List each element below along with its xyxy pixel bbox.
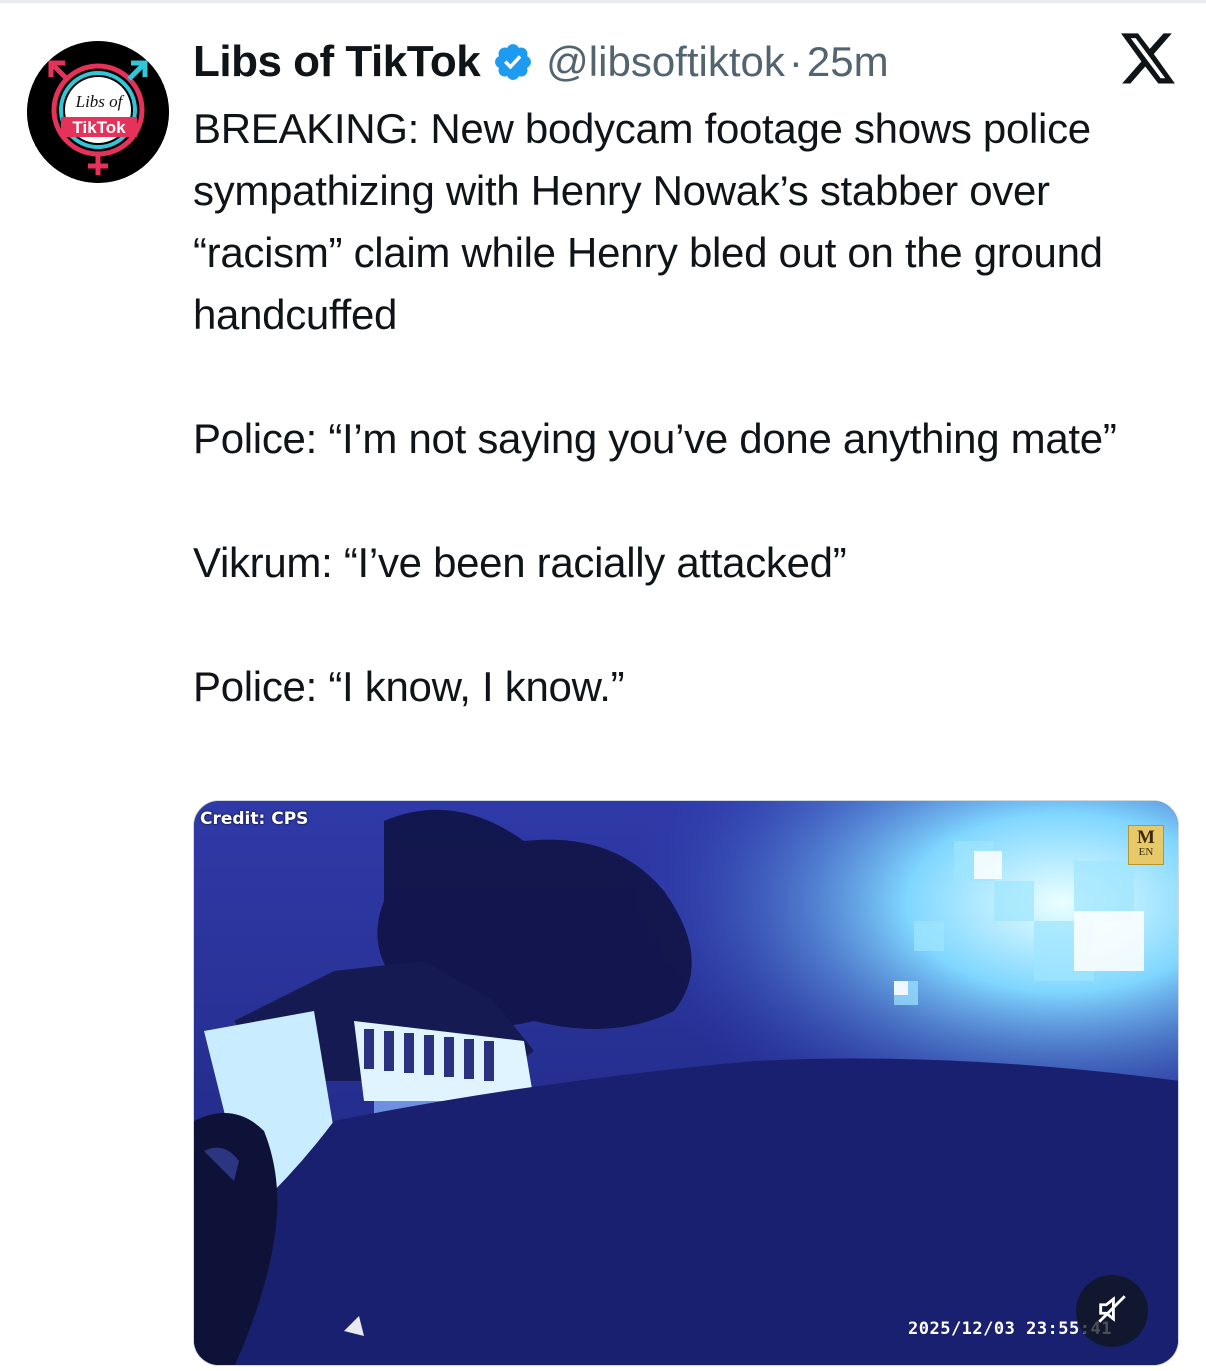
avatar[interactable]: Libs of TikTok bbox=[27, 41, 169, 183]
video-frame bbox=[194, 801, 1178, 1365]
handle[interactable]: @libsoftiktok bbox=[546, 38, 785, 86]
avatar-text-2: TikTok bbox=[72, 118, 126, 137]
tweet-text: BREAKING: New bodycam footage shows poli… bbox=[193, 98, 1183, 718]
video-player[interactable]: Credit: CPS M EN 2025/12/03 23:55:41 bbox=[193, 800, 1179, 1366]
avatar-text-1: Libs of bbox=[75, 92, 125, 111]
men-logo: M EN bbox=[1128, 825, 1164, 865]
tweet-paragraph: Police: “I’m not saying you’ve done anyt… bbox=[193, 415, 1117, 462]
tweet-paragraph: Vikrum: “I’ve been racially attacked” bbox=[193, 539, 847, 586]
x-logo-icon[interactable] bbox=[1121, 33, 1177, 85]
men-logo-top: M bbox=[1137, 827, 1155, 848]
timestamp-link[interactable]: 25m bbox=[807, 38, 889, 86]
tweet-paragraph: Police: “I know, I know.” bbox=[193, 663, 625, 710]
display-name[interactable]: Libs of TikTok bbox=[193, 37, 481, 87]
mute-button[interactable] bbox=[1076, 1275, 1148, 1347]
speaker-muted-icon bbox=[1095, 1292, 1129, 1331]
tweet-paragraph: BREAKING: New bodycam footage shows poli… bbox=[193, 105, 1103, 338]
separator-dot: · bbox=[788, 38, 803, 85]
tweet-header: Libs of TikTok @libsoftiktok · 25m bbox=[193, 34, 889, 90]
video-credit: Credit: CPS bbox=[200, 809, 309, 829]
men-logo-bottom: EN bbox=[1138, 846, 1154, 858]
top-divider bbox=[0, 0, 1206, 3]
verified-badge-icon[interactable] bbox=[492, 41, 534, 83]
